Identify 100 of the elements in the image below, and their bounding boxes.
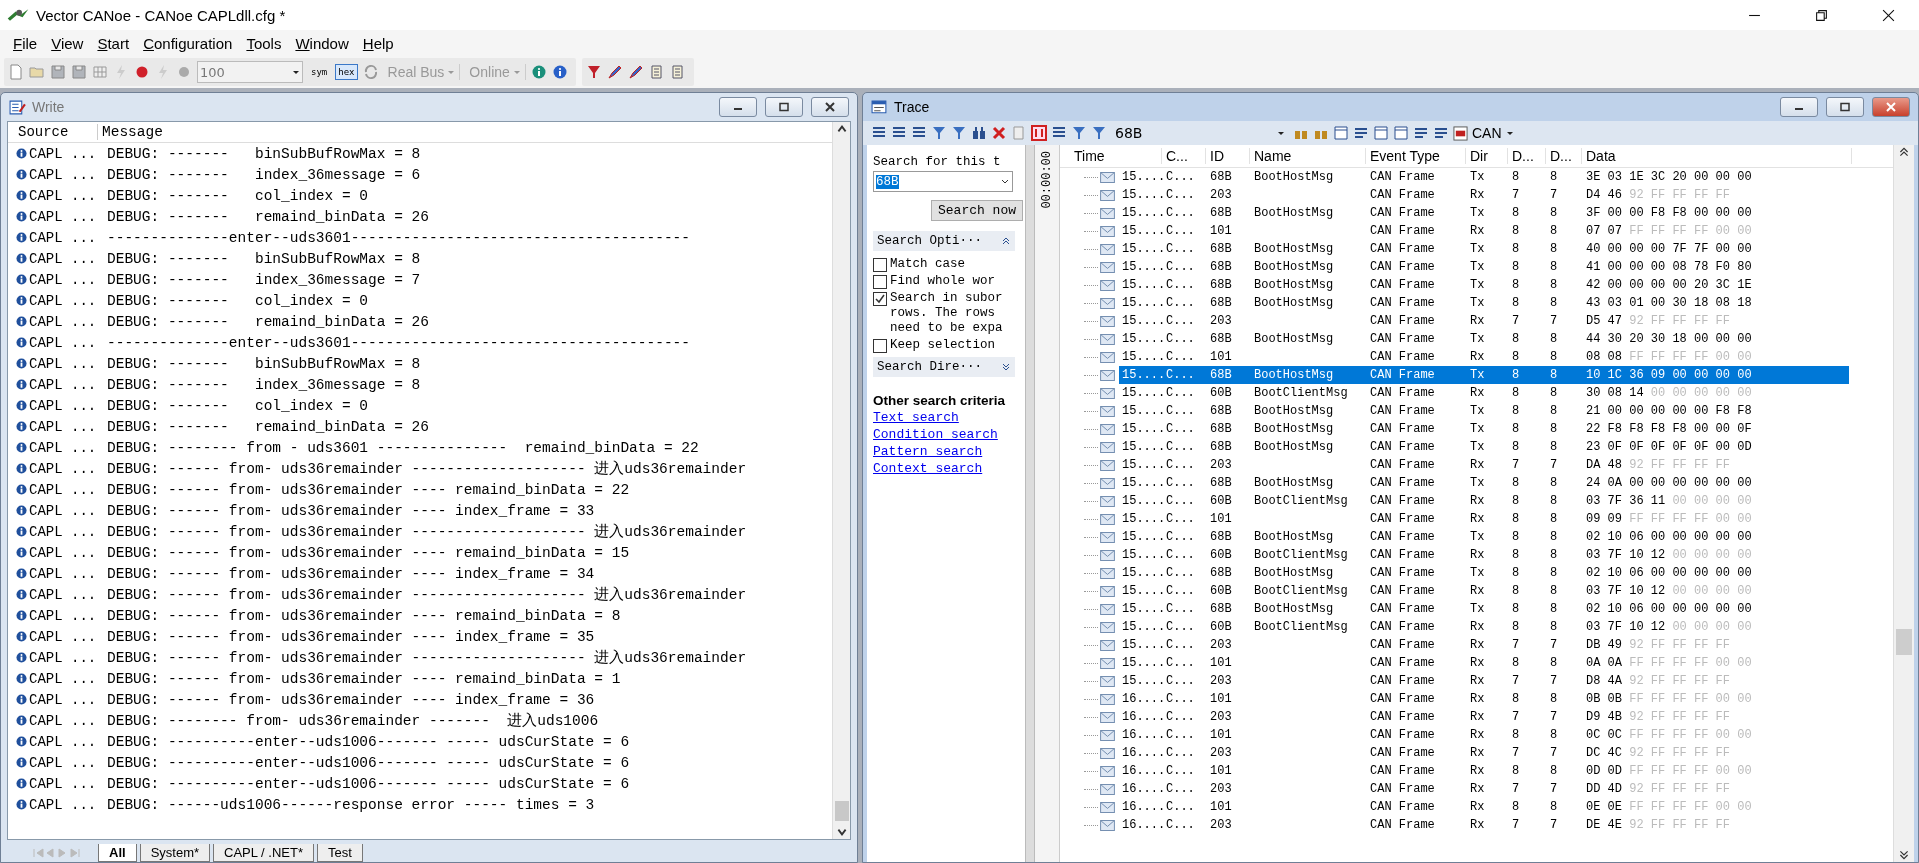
scrollbar[interactable]	[1893, 145, 1914, 862]
maximize-button[interactable]	[1826, 97, 1864, 117]
trace-row[interactable]: 15....C... 68B BootHostMsg CAN Frame Tx 8 8 44 30 20 30 18 00 00 00	[1119, 330, 1849, 348]
trace-row[interactable]: 15....C... 60B BootClientMsg CAN Frame Rx 8 8 03 7F 10 12 00 00 00 00	[1119, 582, 1849, 600]
maximize-button[interactable]	[765, 97, 803, 117]
trace-row[interactable]: 16....C... 101 CAN Frame Rx 8 8 0D 0D FF FF FF FF 00 00	[1119, 762, 1849, 780]
trace-row[interactable]: 15....C... 68B BootHostMsg CAN Frame Tx 8 8 02 10 06 00 00 00 00 00	[1119, 564, 1849, 582]
trace-row[interactable]: 15....C... 68B BootHostMsg CAN Frame Tx 8 8 02 10 06 00 00 00 00 00	[1119, 600, 1849, 618]
copy-icon[interactable]	[669, 64, 686, 80]
new-file-icon[interactable]	[8, 64, 24, 80]
close-button[interactable]	[1872, 97, 1910, 117]
trace-row[interactable]: 15....C... 60B BootClientMsg CAN Frame Rx 8 8 03 7F 10 12 00 00 00 00	[1119, 618, 1849, 636]
trace-row[interactable]: 16....C... 203 CAN Frame Rx 7 7 DD 4D 92 FF FF FF FF	[1119, 780, 1849, 798]
trace-row[interactable]: 16....C... 101 CAN Frame Rx 8 8 0C 0C FF FF FF FF 00 00	[1119, 726, 1849, 744]
trace-row[interactable]: 15....C... 203 CAN Frame Rx 7 7 DA 48 92 FF FF FF FF	[1119, 456, 1849, 474]
link[interactable]: Context search	[873, 461, 983, 476]
menu-item[interactable]: Start	[90, 32, 137, 54]
pause-icon[interactable]	[1031, 125, 1047, 141]
menu-item[interactable]: Configuration	[136, 32, 240, 54]
toggle-button[interactable]: sym	[308, 64, 331, 80]
column-header[interactable]: Time	[1070, 148, 1162, 164]
trace-row[interactable]: 15....C... 60B BootClientMsg CAN Frame Rx 8 8 30 08 14 00 00 00 00 00	[1119, 384, 1849, 402]
trace-row[interactable]: 15....C... 101 CAN Frame Rx 8 8 07 07 FF FF FF FF 00 00	[1119, 222, 1849, 240]
window-icon[interactable]	[1333, 125, 1349, 141]
toggle-button[interactable]: hex	[335, 64, 358, 80]
trace-row[interactable]: 15....C... 68B BootHostMsg CAN Frame Tx 8 8 22 F8 F8 F8 F8 00 00 0F	[1119, 420, 1849, 438]
scroll-top-icon[interactable]	[1898, 145, 1910, 159]
tab[interactable]: All	[98, 844, 137, 862]
trace-row[interactable]: 16....C... 101 CAN Frame Rx 8 8 0B 0B FF FF FF FF 00 00	[1119, 690, 1849, 708]
trace-row[interactable]: 16....C... 101 CAN Frame Rx 8 8 0E 0E FF FF FF FF 00 00	[1119, 798, 1849, 816]
scrollbar[interactable]	[832, 122, 850, 839]
minimize-button[interactable]	[719, 97, 757, 117]
trace-row[interactable]: 15....C... 68B BootHostMsg CAN Frame Tx 8 8 10 1C 36 09 00 00 00 00	[1119, 366, 1849, 384]
stop-icon[interactable]	[134, 64, 150, 80]
link[interactable]: Pattern search	[873, 444, 983, 459]
trace-row[interactable]: 15....C... 60B BootClientMsg CAN Frame Rx 8 8 03 7F 10 12 00 00 00 00	[1119, 546, 1849, 564]
trace-row[interactable]: 15....C... 68B BootHostMsg CAN Frame Tx 8 8 43 03 01 00 30 18 08 18	[1119, 294, 1849, 312]
trace-row[interactable]: 15....C... 101 CAN Frame Rx 8 8 0A 0A FF FF FF FF 00 00	[1119, 654, 1849, 672]
trace-row[interactable]: 16....C... 203 CAN Frame Rx 7 7 D9 4B 92 FF FF FF FF	[1119, 708, 1849, 726]
trace-row[interactable]: 15....C... 68B BootHostMsg CAN Frame Tx 8 8 40 00 00 00 7F 7F 00 00	[1119, 240, 1849, 258]
tab[interactable]: Test	[317, 844, 363, 862]
trace-row[interactable]: 15....C... 203 CAN Frame Rx 7 7 D4 46 92 FF FF FF FF	[1119, 186, 1849, 204]
trace-row[interactable]: 15....C... 68B BootHostMsg CAN Frame Tx 8 8 3E 03 1E 3C 20 00 00 00	[1119, 168, 1849, 186]
trace-row[interactable]: 16....C... 203 CAN Frame Rx 7 7 DE 4E 92 FF FF FF FF	[1119, 816, 1849, 834]
filter-icon[interactable]	[951, 125, 967, 141]
trace-row[interactable]: 15....C... 101 CAN Frame Rx 8 8 08 08 FF FF FF FF 00 00	[1119, 348, 1849, 366]
column-header[interactable]: Name	[1250, 148, 1366, 164]
column-header[interactable]: Dir	[1466, 148, 1508, 164]
column-header[interactable]: C...	[1162, 148, 1206, 164]
menu-item[interactable]: View	[44, 32, 91, 54]
notepad-icon[interactable]	[648, 64, 665, 80]
trace-row[interactable]: 15....C... 68B BootHostMsg CAN Frame Tx 8 8 21 00 00 00 00 00 F8 F8	[1119, 402, 1849, 420]
edit-icon[interactable]	[606, 64, 623, 80]
menu-item[interactable]: Help	[355, 32, 401, 54]
close-icon[interactable]	[1882, 8, 1895, 22]
save-icon[interactable]	[50, 64, 66, 80]
trace-row[interactable]: 15....C... 68B BootHostMsg CAN Frame Tx 8 8 41 00 00 00 08 78 F0 80	[1119, 258, 1849, 276]
checkbox[interactable]	[873, 258, 887, 272]
column-header[interactable]: D...	[1508, 148, 1546, 164]
scroll-bottom-icon[interactable]	[1898, 848, 1910, 862]
column-header[interactable]: ID	[1206, 148, 1250, 164]
column-header[interactable]: Source	[16, 124, 98, 140]
tab[interactable]: System*	[139, 844, 211, 862]
binoculars-icon[interactable]	[971, 125, 987, 141]
delete-icon[interactable]	[991, 125, 1007, 141]
trace-row[interactable]: 15....C... 68B BootHostMsg CAN Frame Tx 8 8 23 0F 0F 0F 0F 0F 00 0D	[1119, 438, 1849, 456]
search-button[interactable]: Search now	[931, 200, 1023, 221]
column-header[interactable]: Event Type	[1366, 148, 1466, 164]
save-all-icon[interactable]	[71, 64, 87, 80]
scrollbar-thumb[interactable]	[1896, 629, 1912, 655]
menu-item[interactable]: File	[6, 32, 45, 54]
trace-row[interactable]: 15....C... 203 CAN Frame Rx 7 7 D5 47 92 FF FF FF FF	[1119, 312, 1849, 330]
help-icon[interactable]	[551, 64, 568, 80]
trace-row[interactable]: 15....C... 68B BootHostMsg CAN Frame Tx 8 8 42 00 00 00 00 20 3C 1E	[1119, 276, 1849, 294]
filter-icon[interactable]	[585, 64, 602, 80]
scrollbar-thumb[interactable]	[834, 801, 849, 821]
restore-icon[interactable]	[1815, 8, 1828, 22]
filter-icon[interactable]	[931, 125, 947, 141]
trace-row[interactable]: 15....C... 68B BootHostMsg CAN Frame Tx 8 8 02 10 06 00 00 00 00 00	[1119, 528, 1849, 546]
checkbox[interactable]	[873, 339, 887, 353]
menu-item[interactable]: Tools	[239, 32, 289, 54]
close-button[interactable]	[811, 97, 849, 117]
link[interactable]: Text search	[873, 410, 959, 425]
bus-dropdown[interactable]: CAN	[1453, 125, 1514, 141]
zoom-combo[interactable]: 100	[197, 61, 303, 83]
tab[interactable]: CAPL / .NET*	[213, 844, 314, 862]
trace-row[interactable]: 15....C... 68B BootHostMsg CAN Frame Tx 8 8 3F 00 00 F8 F8 00 00 00	[1119, 204, 1849, 222]
section-header[interactable]: Search Opti···	[873, 231, 1015, 251]
trace-row[interactable]: 15....C... 203 CAN Frame Rx 7 7 DB 49 92 FF FF FF FF	[1119, 636, 1849, 654]
trace-row[interactable]: 16....C... 203 CAN Frame Rx 7 7 DC 4C 92 FF FF FF FF	[1119, 744, 1849, 762]
trace-row[interactable]: 15....C... 203 CAN Frame Rx 7 7 D8 4A 92 FF FF FF FF	[1119, 672, 1849, 690]
minimize-button[interactable]	[1780, 97, 1818, 117]
column-header[interactable]: Message	[98, 124, 163, 140]
column-header[interactable]: D...	[1546, 148, 1582, 164]
refresh-icon[interactable]	[362, 64, 379, 80]
trace-row[interactable]: 15....C... 101 CAN Frame Rx 8 8 09 09 FF FF FF FF 00 00	[1119, 510, 1849, 528]
checkbox[interactable]	[873, 292, 887, 306]
trace-row[interactable]: 15....C... 68B BootHostMsg CAN Frame Tx 8 8 24 0A 00 00 00 00 00 00	[1119, 474, 1849, 492]
trace-row[interactable]: 15....C... 60B BootClientMsg CAN Frame Rx 8 8 03 7F 36 11 00 00 00 00	[1119, 492, 1849, 510]
search-field[interactable]: 68B	[873, 171, 1013, 192]
